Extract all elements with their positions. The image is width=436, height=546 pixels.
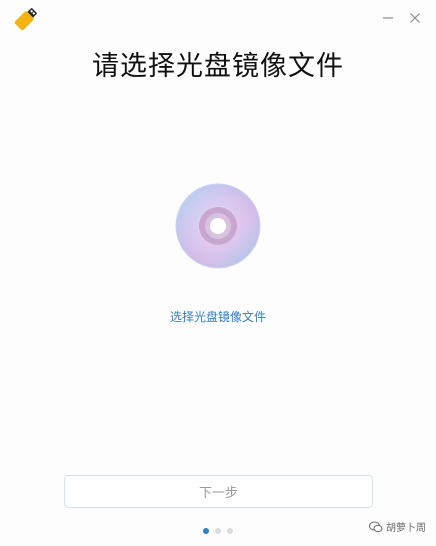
usb-drive-icon (14, 8, 37, 31)
page-title: 请选择光盘镜像文件 (92, 51, 344, 82)
select-iso-link[interactable]: 选择光盘镜像文件 (0, 308, 436, 326)
minimize-icon (383, 17, 393, 19)
pagination-dot-3 (227, 528, 233, 534)
pagination-dot-1 (203, 528, 209, 534)
watermark: 胡萝卜周 (369, 519, 426, 534)
close-icon (410, 13, 420, 23)
next-button[interactable]: 下一步 (64, 475, 373, 508)
minimize-button[interactable] (378, 8, 398, 28)
close-button[interactable] (405, 8, 425, 28)
wechat-icon (369, 521, 383, 532)
watermark-text: 胡萝卜周 (386, 523, 426, 534)
pagination-dot-2 (215, 528, 221, 534)
installer-window: 请选择光盘镜像文件 选择光盘镜像文件 下一步 胡萝卜周 (0, 0, 436, 546)
disc-icon[interactable] (175, 183, 261, 269)
